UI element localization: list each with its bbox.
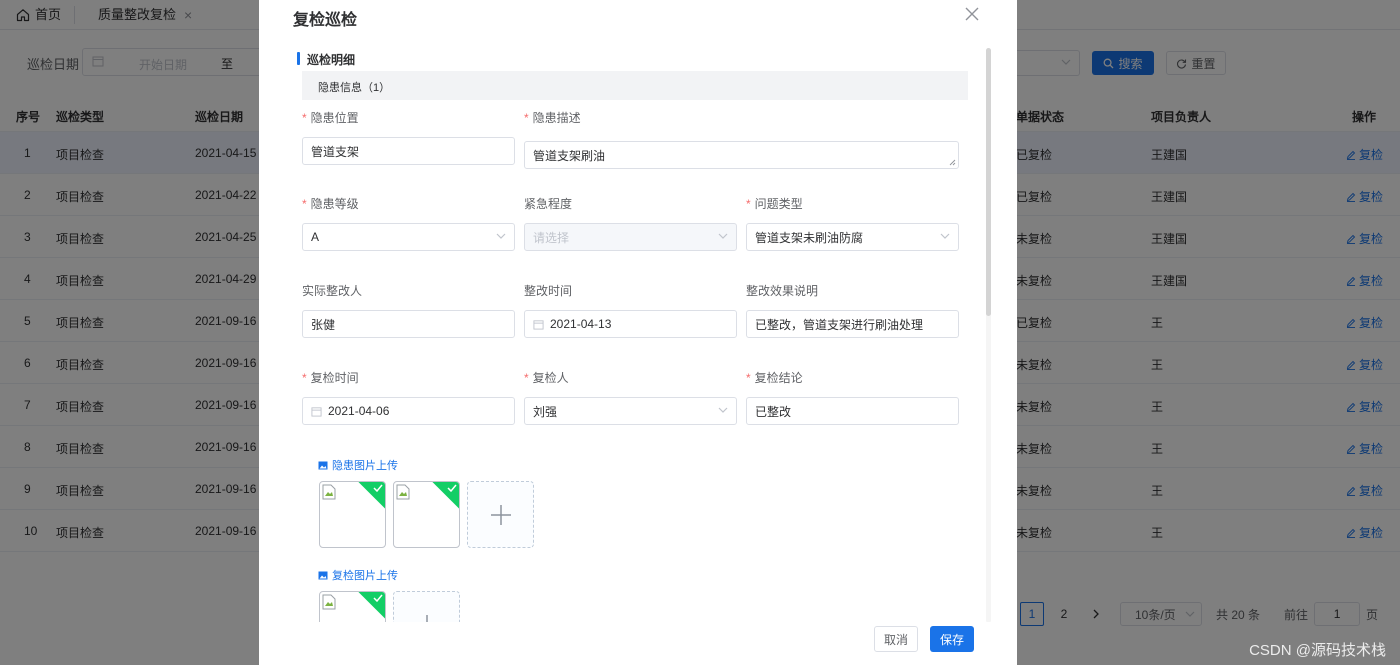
hazard-level-select[interactable]: A xyxy=(302,223,515,251)
plus-icon xyxy=(490,504,511,525)
hazard-image-thumb[interactable] xyxy=(393,481,460,548)
hazard-desc-textarea[interactable]: 管道支架刷油 xyxy=(524,141,959,169)
rechecker-select[interactable]: 刘强 xyxy=(524,397,737,425)
actual-rectifier-input[interactable]: 张健 xyxy=(302,310,515,338)
broken-image-icon xyxy=(322,594,336,610)
rectify-time-label: 整改时间 xyxy=(524,284,573,298)
chevron-down-icon xyxy=(496,233,506,239)
check-icon xyxy=(373,594,383,602)
rechecker-label: * 复检人 xyxy=(524,371,569,385)
chevron-down-icon xyxy=(718,407,728,413)
hazard-location-label: * 隐患位置 xyxy=(302,111,359,125)
actual-rectifier-label: 实际整改人 xyxy=(302,284,363,298)
problem-type-select[interactable]: 管道支架未刷油防腐 xyxy=(746,223,959,251)
dialog-scrollbar[interactable] xyxy=(986,48,991,623)
recheck-time-label: * 复检时间 xyxy=(302,371,359,385)
dialog-footer: 取消 保存 xyxy=(259,622,1017,665)
hazard-image-add-button[interactable] xyxy=(467,481,534,548)
hazard-image-upload-label[interactable]: 隐患图片上传 xyxy=(318,457,398,473)
csdn-watermark: CSDN @源码技术栈 xyxy=(1249,642,1386,659)
calendar-icon xyxy=(311,406,322,417)
section-marker xyxy=(297,52,300,65)
hazard-location-input[interactable]: 管道支架 xyxy=(302,137,515,165)
calendar-icon xyxy=(533,319,544,330)
recheck-image-upload-label[interactable]: 复检图片上传 xyxy=(318,567,398,583)
chevron-down-icon xyxy=(718,233,728,239)
hazard-info-title: 隐患信息（1） xyxy=(318,82,391,94)
broken-image-icon xyxy=(322,484,336,500)
hazard-info-header: 隐患信息（1） xyxy=(302,71,968,100)
recheck-dialog: 复检巡检 巡检明细 隐患信息（1） * 隐患位置 管道支架 * 隐患描述 管道支架刷… xyxy=(259,0,1017,665)
recheck-time-picker[interactable]: 2021-04-06 xyxy=(302,397,515,425)
broken-image-icon xyxy=(396,484,410,500)
rectify-effect-label: 整改效果说明 xyxy=(746,284,819,298)
check-icon xyxy=(373,484,383,492)
problem-type-label: * 问题类型 xyxy=(746,197,803,211)
chevron-down-icon xyxy=(940,233,950,239)
section-title: 巡检明细 xyxy=(307,53,356,67)
check-icon xyxy=(447,484,457,492)
image-icon xyxy=(318,571,328,579)
scrollbar-thumb[interactable] xyxy=(986,48,991,316)
hazard-desc-label: * 隐患描述 xyxy=(524,111,581,125)
urgency-select[interactable]: 请选择 xyxy=(524,223,737,251)
cancel-button[interactable]: 取消 xyxy=(874,626,918,652)
recheck-result-label: * 复检结论 xyxy=(746,371,803,385)
image-icon xyxy=(318,461,328,469)
hazard-level-label: * 隐患等级 xyxy=(302,197,359,211)
recheck-result-input[interactable]: 已整改 xyxy=(746,397,959,425)
resize-handle-icon[interactable] xyxy=(949,159,956,166)
urgency-label: 紧急程度 xyxy=(524,197,573,211)
hazard-image-thumb[interactable] xyxy=(319,481,386,548)
dialog-title: 复检巡检 xyxy=(293,12,358,29)
save-button[interactable]: 保存 xyxy=(930,626,974,652)
close-icon[interactable] xyxy=(964,6,980,22)
rectify-time-picker[interactable]: 2021-04-13 xyxy=(524,310,737,338)
rectify-effect-input[interactable]: 已整改，管道支架进行刷油处理 xyxy=(746,310,959,338)
